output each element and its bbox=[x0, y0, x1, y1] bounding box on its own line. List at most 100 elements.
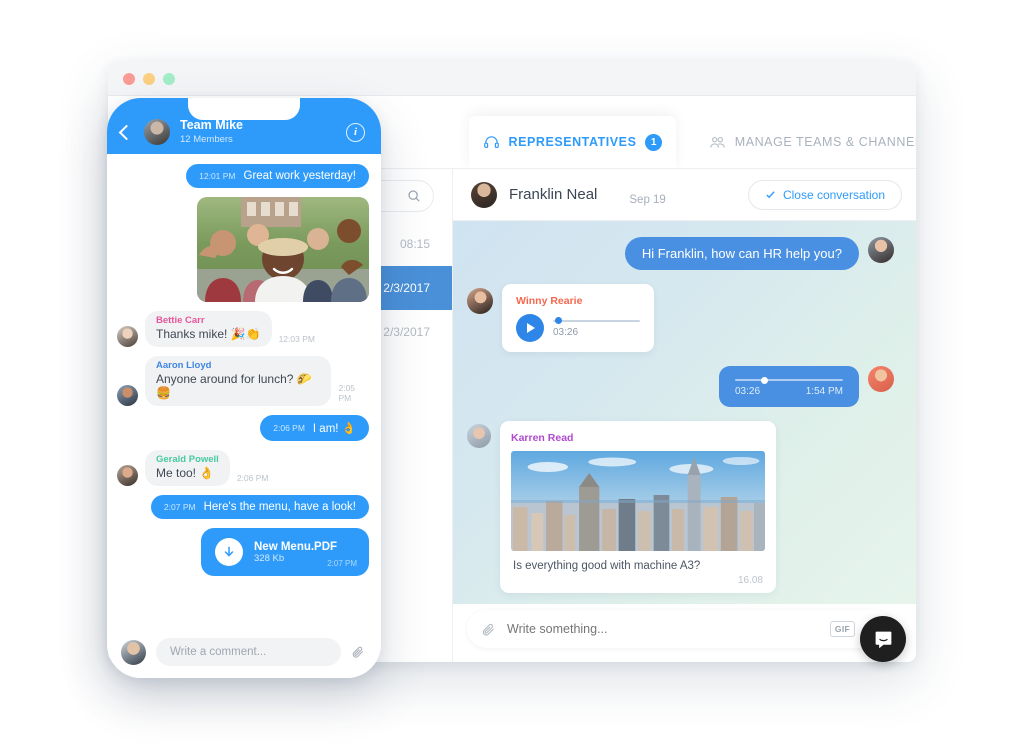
conversation-header: Franklin Neal Sep 19 Close conversation bbox=[453, 169, 916, 221]
message-text: Me too! 👌 bbox=[156, 466, 215, 480]
phone-bubble-outgoing: 2:07 PM Here's the menu, have a look! bbox=[150, 495, 369, 519]
phone-mockup: Team Mike 12 Members i 12:01 PM Great wo… bbox=[107, 98, 381, 678]
image-caption: Is everything good with machine A3? bbox=[513, 560, 701, 572]
audio-message-outgoing[interactable]: 03:26 1:54 PM bbox=[719, 366, 859, 407]
group-avatar bbox=[144, 119, 170, 145]
phone-header-titles: Team Mike 12 Members bbox=[180, 118, 243, 146]
phone-message-row: Aaron Lloyd Anyone around for lunch? 🌮🍔 … bbox=[117, 356, 369, 406]
message-time: 2:06 PM bbox=[273, 423, 305, 433]
message-text: Great work yesterday! bbox=[243, 170, 356, 182]
close-conversation-label: Close conversation bbox=[782, 187, 885, 202]
message-time: 2:05 PM bbox=[338, 383, 356, 403]
audio-progress-slider[interactable] bbox=[553, 317, 640, 324]
check-icon bbox=[766, 191, 775, 199]
image-message-card[interactable]: Karren Read Is everything good with mach… bbox=[500, 421, 776, 593]
audio-player: 03:26 bbox=[516, 314, 640, 342]
audio-duration: 03:26 bbox=[553, 326, 579, 338]
message-bubble-outgoing: Hi Franklin, how can HR help you? bbox=[624, 237, 859, 270]
phone-message-row bbox=[117, 197, 369, 302]
sender-avatar bbox=[467, 424, 491, 448]
message-time: 16.08 bbox=[737, 575, 763, 586]
info-icon[interactable]: i bbox=[346, 122, 365, 142]
message-text: Thanks mike! 🎉👏 bbox=[156, 327, 261, 341]
message-text: Anyone around for lunch? 🌮🍔 bbox=[156, 372, 312, 400]
tab-representatives-badge: 1 bbox=[645, 133, 663, 151]
sender-name: Bettie Carr bbox=[156, 315, 205, 326]
tab-manage-label: MANAGE TEAMS & CHANNELS bbox=[734, 135, 916, 149]
message-row: 03:26 1:54 PM bbox=[467, 366, 894, 407]
message-composer[interactable]: GIF bbox=[467, 610, 894, 648]
teams-icon bbox=[709, 136, 725, 148]
message-row: Hi Franklin, how can HR help you? bbox=[467, 237, 894, 270]
window-titlebar bbox=[108, 62, 916, 96]
file-info: New Menu.PDF 328 Kb bbox=[254, 541, 337, 564]
window-minimize-dot[interactable] bbox=[143, 72, 155, 85]
intercom-launcher-button[interactable] bbox=[860, 616, 906, 662]
message-text: Here's the menu, have a look! bbox=[203, 501, 356, 513]
audio-meta: 03:26 1:54 PM bbox=[735, 386, 843, 397]
window-close-dot[interactable] bbox=[123, 72, 135, 85]
close-conversation-button[interactable]: Close conversation bbox=[747, 179, 902, 210]
audio-slider-knob[interactable] bbox=[760, 376, 768, 384]
sender-name: Aaron Lloyd bbox=[156, 360, 212, 371]
message-text: I am! 👌 bbox=[312, 423, 356, 435]
window-maximize-dot[interactable] bbox=[163, 72, 175, 85]
conversation-panel: Franklin Neal Sep 19 Close conversation … bbox=[453, 169, 916, 662]
city-photo[interactable] bbox=[511, 451, 765, 551]
paperclip-icon[interactable] bbox=[481, 622, 496, 637]
file-attachment-card[interactable]: New Menu.PDF 328 Kb 2:07 PM bbox=[201, 528, 369, 576]
phone-comment-placeholder: Write a comment... bbox=[170, 646, 267, 658]
user-avatar bbox=[121, 639, 146, 665]
composer-area: GIF bbox=[453, 604, 916, 662]
phone-message-feed: 12:01 PM Great work yesterday! Bettie Ca… bbox=[107, 154, 381, 626]
download-icon[interactable] bbox=[215, 538, 243, 566]
sender-avatar bbox=[117, 465, 138, 486]
headset-icon bbox=[483, 135, 499, 148]
conversation-date: Sep 19 bbox=[629, 194, 666, 206]
message-input[interactable] bbox=[507, 622, 819, 636]
message-time: 12:01 PM bbox=[199, 171, 236, 181]
audio-progress-slider[interactable] bbox=[735, 376, 843, 384]
audio-duration: 03:26 bbox=[735, 386, 761, 397]
phone-chat-title: Team Mike bbox=[180, 118, 243, 133]
phone-bubble-incoming: Aaron Lloyd Anyone around for lunch? 🌮🍔 bbox=[145, 356, 332, 406]
sender-name: Gerald Powell bbox=[156, 454, 219, 465]
message-feed: Hi Franklin, how can HR help you? Winny … bbox=[453, 221, 916, 604]
phone-comment-input[interactable]: Write a comment... bbox=[156, 638, 341, 666]
phone-chat-subtitle: 12 Members bbox=[180, 133, 233, 145]
intercom-chat-icon bbox=[875, 631, 891, 648]
phone-message-row: 12:01 PM Great work yesterday! bbox=[117, 164, 369, 188]
audio-slider-knob[interactable] bbox=[555, 317, 562, 324]
message-time: 2:06 PM bbox=[236, 473, 269, 483]
audio-track-wrap: 03:26 bbox=[553, 317, 640, 338]
gif-button[interactable]: GIF bbox=[829, 621, 855, 637]
message-row: Winny Rearie 03:26 bbox=[467, 284, 894, 352]
message-time: 12:03 PM bbox=[278, 334, 315, 344]
paperclip-icon[interactable] bbox=[351, 645, 365, 659]
sender-avatar bbox=[467, 288, 493, 314]
phone-message-row: New Menu.PDF 328 Kb 2:07 PM bbox=[117, 528, 369, 576]
message-row: Karren Read Is everything good with mach… bbox=[467, 421, 894, 593]
play-button[interactable] bbox=[516, 314, 544, 342]
contact-avatar bbox=[471, 181, 497, 208]
sender-avatar bbox=[868, 366, 894, 392]
sender-avatar bbox=[117, 326, 138, 347]
phone-composer: Write a comment... bbox=[107, 626, 381, 678]
file-size: 328 Kb bbox=[254, 552, 285, 564]
phone-message-row: Bettie Carr Thanks mike! 🎉👏 12:03 PM bbox=[117, 311, 369, 347]
tab-manage-teams-channels[interactable]: MANAGE TEAMS & CHANNELS bbox=[695, 116, 916, 168]
back-chevron-icon[interactable] bbox=[118, 124, 135, 140]
phone-notch bbox=[188, 98, 300, 120]
search-icon bbox=[408, 190, 420, 202]
sender-avatar bbox=[117, 385, 138, 406]
tab-representatives[interactable]: REPRESENTATIVES 1 bbox=[469, 116, 676, 168]
phone-bubble-incoming: Bettie Carr Thanks mike! 🎉👏 bbox=[145, 311, 272, 347]
audio-message-card[interactable]: Winny Rearie 03:26 bbox=[502, 284, 654, 352]
tab-representatives-label: REPRESENTATIVES bbox=[508, 135, 637, 149]
phone-message-row: 2:06 PM I am! 👌 bbox=[117, 415, 369, 441]
screenshot-root: REPRESENTATIVES 1 MANAGE TEAMS & CHANNEL… bbox=[0, 0, 1024, 748]
conversation-time: 2/3/2017 bbox=[383, 325, 430, 339]
group-selfie-photo[interactable] bbox=[197, 197, 369, 302]
file-name: New Menu.PDF bbox=[254, 540, 338, 553]
play-icon bbox=[527, 323, 535, 333]
